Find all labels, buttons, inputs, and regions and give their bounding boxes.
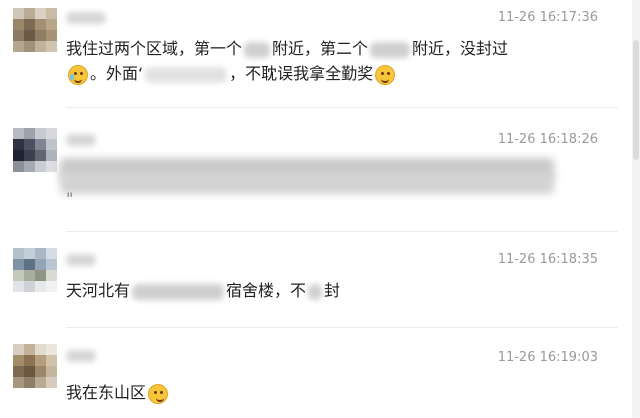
- comment-text-part: 附近，第二个: [272, 39, 369, 58]
- comment-timestamp: 11-26 16:17:36: [497, 10, 598, 25]
- comment-timestamp: 11-26 16:18:35: [497, 252, 598, 267]
- comment-text-part: 。外面‘: [90, 64, 144, 83]
- avatar[interactable]: [13, 8, 57, 52]
- redacted-text: [370, 41, 411, 58]
- comment-item: 11-26 16:18:35 天河北有 宿舍楼，不封: [0, 232, 640, 328]
- avatar[interactable]: [13, 344, 57, 388]
- redacted-text: [244, 41, 271, 58]
- crying-laughing-emoji: [68, 64, 88, 85]
- redacted-comment-text: [60, 172, 554, 194]
- comment-text-part: 宿舍楼，不: [226, 281, 307, 300]
- avatar[interactable]: [13, 248, 57, 292]
- redacted-text: [308, 283, 323, 300]
- comment-text-line: 我住过两个区域，第一个 附近，第二个 附近，没封过: [66, 38, 508, 60]
- comment-text-line: 。外面‘ ，不耽误我拿全勤奖: [66, 63, 397, 85]
- comment-timestamp: 11-26 16:18:26: [497, 132, 598, 147]
- comment-item: 11-26 16:19:03 我在东山区: [0, 328, 640, 418]
- grinning-sweat-emoji: [375, 64, 396, 85]
- comment-text-part: 我在东山区: [66, 383, 147, 402]
- comment-item: 11-26 16:17:36 我住过两个区域，第一个 附近，第二个 附近，没封过 。…: [0, 0, 640, 108]
- username-blurred[interactable]: [66, 254, 96, 266]
- username-blurred[interactable]: [66, 134, 96, 146]
- comment-text-tail: ": [66, 189, 74, 208]
- avatar[interactable]: [13, 128, 57, 172]
- comment-text-part: ，不耽误我拿全勤奖: [229, 64, 374, 83]
- comment-text-part: 我住过两个区域，第一个: [66, 39, 243, 58]
- comment-text-line: 我在东山区: [66, 382, 170, 404]
- username-blurred[interactable]: [66, 350, 96, 362]
- comment-timestamp: 11-26 16:19:03: [497, 350, 598, 365]
- redacted-text: [132, 283, 225, 300]
- comment-text-part: 附近，没封过: [412, 39, 509, 58]
- username-blurred[interactable]: [66, 12, 106, 24]
- comment-item: 11-26 16:18:26 ": [0, 108, 640, 232]
- redacted-text: [145, 66, 228, 83]
- comment-text-part: 天河北有: [66, 281, 131, 300]
- smirk-emoji: [148, 383, 169, 404]
- comment-text-part: 封: [324, 281, 341, 300]
- comment-text-line: 天河北有 宿舍楼，不封: [66, 280, 340, 302]
